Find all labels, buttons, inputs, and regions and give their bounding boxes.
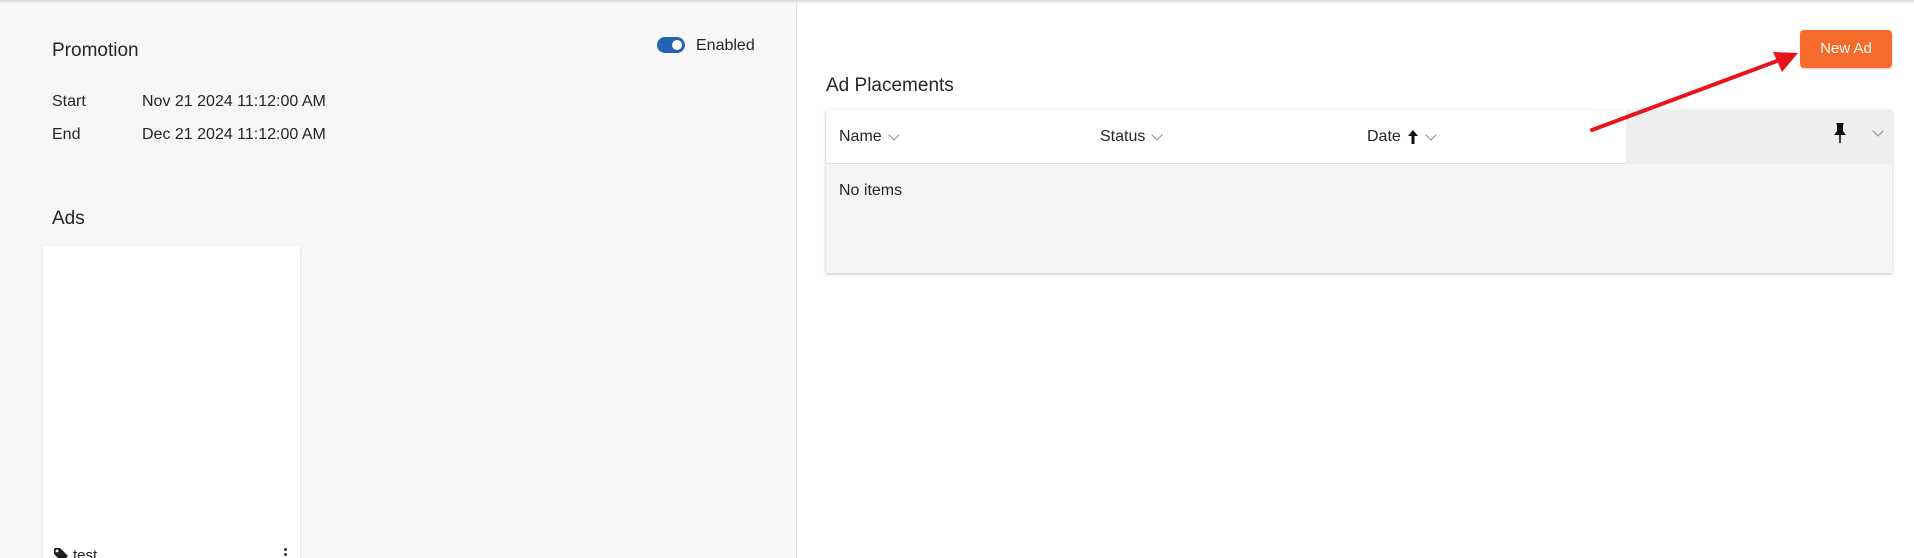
empty-state-text: No items [839, 182, 903, 199]
end-value: Dec 21 2024 11:12:00 AM [142, 126, 326, 143]
sort-ascending-icon[interactable] [1407, 129, 1419, 145]
column-header-date-label: Date [1367, 128, 1401, 145]
ad-card-name: test [73, 547, 98, 558]
chevron-down-icon[interactable] [888, 128, 900, 141]
enabled-toggle-label: Enabled [696, 37, 755, 54]
column-header-status-label: Status [1100, 128, 1146, 145]
pin-icon[interactable] [1832, 122, 1848, 144]
top-shadow [0, 0, 1914, 4]
column-header-status[interactable]: Status [1100, 128, 1164, 146]
end-label: End [52, 126, 81, 143]
start-label: Start [52, 93, 86, 110]
promotion-title: Promotion [52, 40, 139, 61]
annotation-arrow-icon [1590, 52, 1798, 132]
column-header-date[interactable]: Date [1367, 128, 1437, 146]
enabled-toggle[interactable] [657, 37, 685, 53]
ad-card[interactable]: test [43, 246, 300, 558]
start-value: Nov 21 2024 11:12:00 AM [142, 93, 326, 110]
chevron-down-icon[interactable] [1425, 128, 1437, 141]
ad-placements-title: Ad Placements [826, 75, 954, 96]
chevron-down-icon[interactable] [1151, 128, 1164, 141]
more-options-icon[interactable] [283, 548, 289, 558]
ads-title: Ads [52, 208, 85, 229]
column-header-name-label: Name [839, 128, 882, 145]
new-ad-button[interactable]: New Ad [1800, 30, 1892, 68]
promotion-panel: Promotion Enabled Start Nov 21 2024 11:1… [0, 0, 797, 558]
toggle-knob [672, 40, 682, 50]
column-header-name[interactable]: Name [839, 128, 900, 146]
ad-card-footer: test [43, 546, 300, 558]
tag-icon [54, 548, 68, 558]
